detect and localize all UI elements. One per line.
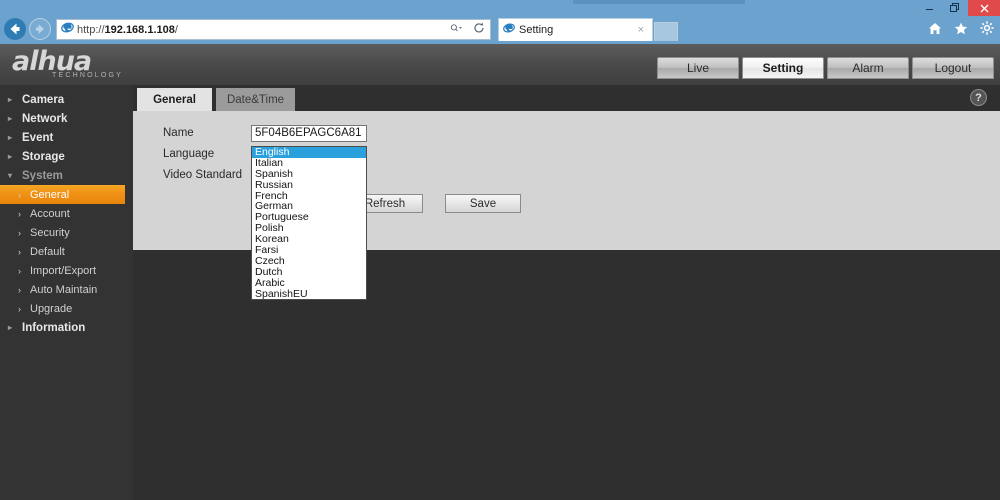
back-arrow-icon bbox=[10, 23, 20, 35]
main-navigation: Live Setting Alarm Logout bbox=[657, 57, 994, 79]
chevron-right-icon: › bbox=[18, 265, 21, 276]
new-tab-button[interactable] bbox=[654, 22, 678, 41]
chevron-right-icon: ▸ bbox=[8, 152, 13, 161]
chevron-right-icon: ▸ bbox=[8, 133, 13, 142]
chevron-right-icon: › bbox=[18, 227, 21, 238]
tab-general[interactable]: General bbox=[137, 88, 212, 111]
sidebar-item-information[interactable]: ▸ Information bbox=[0, 318, 133, 337]
sidebar-item-label: Upgrade bbox=[30, 302, 73, 315]
label-name: Name bbox=[163, 127, 194, 139]
address-text: http://192.168.1.108/ bbox=[77, 23, 178, 36]
sidebar-item-label: Auto Maintain bbox=[30, 283, 98, 296]
sidebar-item-security[interactable]: › Security bbox=[0, 223, 133, 242]
address-bar[interactable]: http://192.168.1.108/ bbox=[56, 19, 491, 40]
label-video-standard: Video Standard bbox=[163, 169, 243, 181]
nav-button-live[interactable]: Live bbox=[657, 57, 739, 79]
sidebar-item-network[interactable]: ▸ Network bbox=[0, 109, 133, 128]
sidebar-item-system[interactable]: ▾ System bbox=[0, 166, 133, 185]
close-button[interactable] bbox=[968, 0, 1000, 16]
help-icon[interactable]: ? bbox=[970, 89, 987, 106]
name-input[interactable]: 5F04B6EPAGC6A81 bbox=[251, 125, 367, 142]
chevron-right-icon: ▸ bbox=[8, 95, 13, 104]
chevron-right-icon: › bbox=[18, 284, 21, 295]
window-titlebar-strip bbox=[573, 0, 745, 4]
sidebar-item-label: Storage bbox=[22, 150, 65, 163]
chevron-right-icon: › bbox=[18, 189, 21, 200]
sidebar-item-label: Security bbox=[30, 226, 70, 239]
chevron-right-icon: ▸ bbox=[8, 323, 13, 332]
settings-gear-icon[interactable] bbox=[980, 21, 994, 37]
browser-toolbar-icons bbox=[928, 21, 994, 37]
language-option-spanisheu[interactable]: SpanishEU bbox=[252, 288, 366, 300]
sidebar-item-import-export[interactable]: › Import/Export bbox=[0, 261, 133, 280]
restore-button[interactable] bbox=[942, 0, 968, 16]
nav-button-logout[interactable]: Logout bbox=[912, 57, 994, 79]
sidebar-item-upgrade[interactable]: › Upgrade bbox=[0, 299, 133, 318]
label-language: Language bbox=[163, 148, 215, 160]
favorites-star-icon[interactable] bbox=[954, 22, 968, 37]
language-dropdown-list[interactable]: English Italian Spanish Russian French German… bbox=[251, 146, 367, 301]
search-magnifier-icon[interactable] bbox=[446, 22, 468, 37]
sidebar-item-camera[interactable]: ▸ Camera bbox=[0, 90, 133, 109]
sidebar-item-storage[interactable]: ▸ Storage bbox=[0, 147, 133, 166]
chevron-right-icon: › bbox=[18, 208, 21, 219]
chevron-right-icon: › bbox=[18, 303, 21, 314]
sidebar-item-label: Camera bbox=[22, 93, 65, 106]
forward-button[interactable] bbox=[29, 18, 51, 40]
sidebar-item-label: Account bbox=[30, 207, 70, 220]
sidebar-item-label: Information bbox=[22, 321, 86, 334]
dahua-logo: alhua TECHNOLOGY bbox=[12, 47, 124, 80]
tab-favicon-ie-icon bbox=[503, 21, 515, 39]
sidebar-item-account[interactable]: › Account bbox=[0, 204, 133, 223]
nav-button-alarm[interactable]: Alarm bbox=[827, 57, 909, 79]
sidebar-item-label: Network bbox=[22, 112, 68, 125]
language-option-russian[interactable]: Russian bbox=[252, 179, 366, 191]
sidebar-item-default[interactable]: › Default bbox=[0, 242, 133, 261]
sidebar-item-label: Default bbox=[30, 245, 65, 258]
window-controls bbox=[916, 0, 1000, 16]
tab-title: Setting bbox=[519, 24, 554, 36]
ie-logo-icon bbox=[57, 21, 77, 39]
tab-close-icon[interactable]: × bbox=[634, 24, 648, 36]
chevron-right-icon: ▸ bbox=[8, 114, 13, 123]
chevron-right-icon: › bbox=[18, 246, 21, 257]
chevron-down-icon: ▾ bbox=[8, 171, 13, 180]
refresh-icon[interactable] bbox=[468, 22, 490, 37]
sidebar-item-label: General bbox=[30, 188, 70, 201]
language-option-arabic[interactable]: Arabic bbox=[252, 277, 366, 289]
sidebar-item-label: System bbox=[22, 169, 63, 182]
sidebar-item-general[interactable]: › General bbox=[0, 185, 125, 204]
content-tab-bar: General Date&Time bbox=[133, 88, 1000, 111]
sidebar: ▸ Camera ▸ Network ▸ Event ▸ Storage ▾ S… bbox=[0, 85, 133, 500]
sidebar-item-event[interactable]: ▸ Event bbox=[0, 128, 133, 147]
browser-tab-setting[interactable]: Setting × bbox=[498, 18, 653, 41]
tab-date-time[interactable]: Date&Time bbox=[216, 88, 295, 111]
forward-arrow-icon bbox=[36, 24, 44, 34]
logo-subtitle: TECHNOLOGY bbox=[52, 72, 124, 79]
form-button-row: Refresh Save bbox=[347, 194, 521, 213]
nav-button-setting[interactable]: Setting bbox=[742, 57, 824, 79]
sidebar-item-auto-maintain[interactable]: › Auto Maintain bbox=[0, 280, 133, 299]
sidebar-item-label: Import/Export bbox=[30, 264, 97, 277]
browser-chrome: http://192.168.1.108/ Setting × bbox=[0, 0, 1000, 44]
tab-strip: Setting × bbox=[498, 18, 678, 41]
sidebar-item-label: Event bbox=[22, 131, 54, 144]
home-icon[interactable] bbox=[928, 22, 942, 37]
save-button[interactable]: Save bbox=[445, 194, 521, 213]
back-button[interactable] bbox=[4, 18, 26, 40]
minimize-button[interactable] bbox=[916, 0, 942, 16]
